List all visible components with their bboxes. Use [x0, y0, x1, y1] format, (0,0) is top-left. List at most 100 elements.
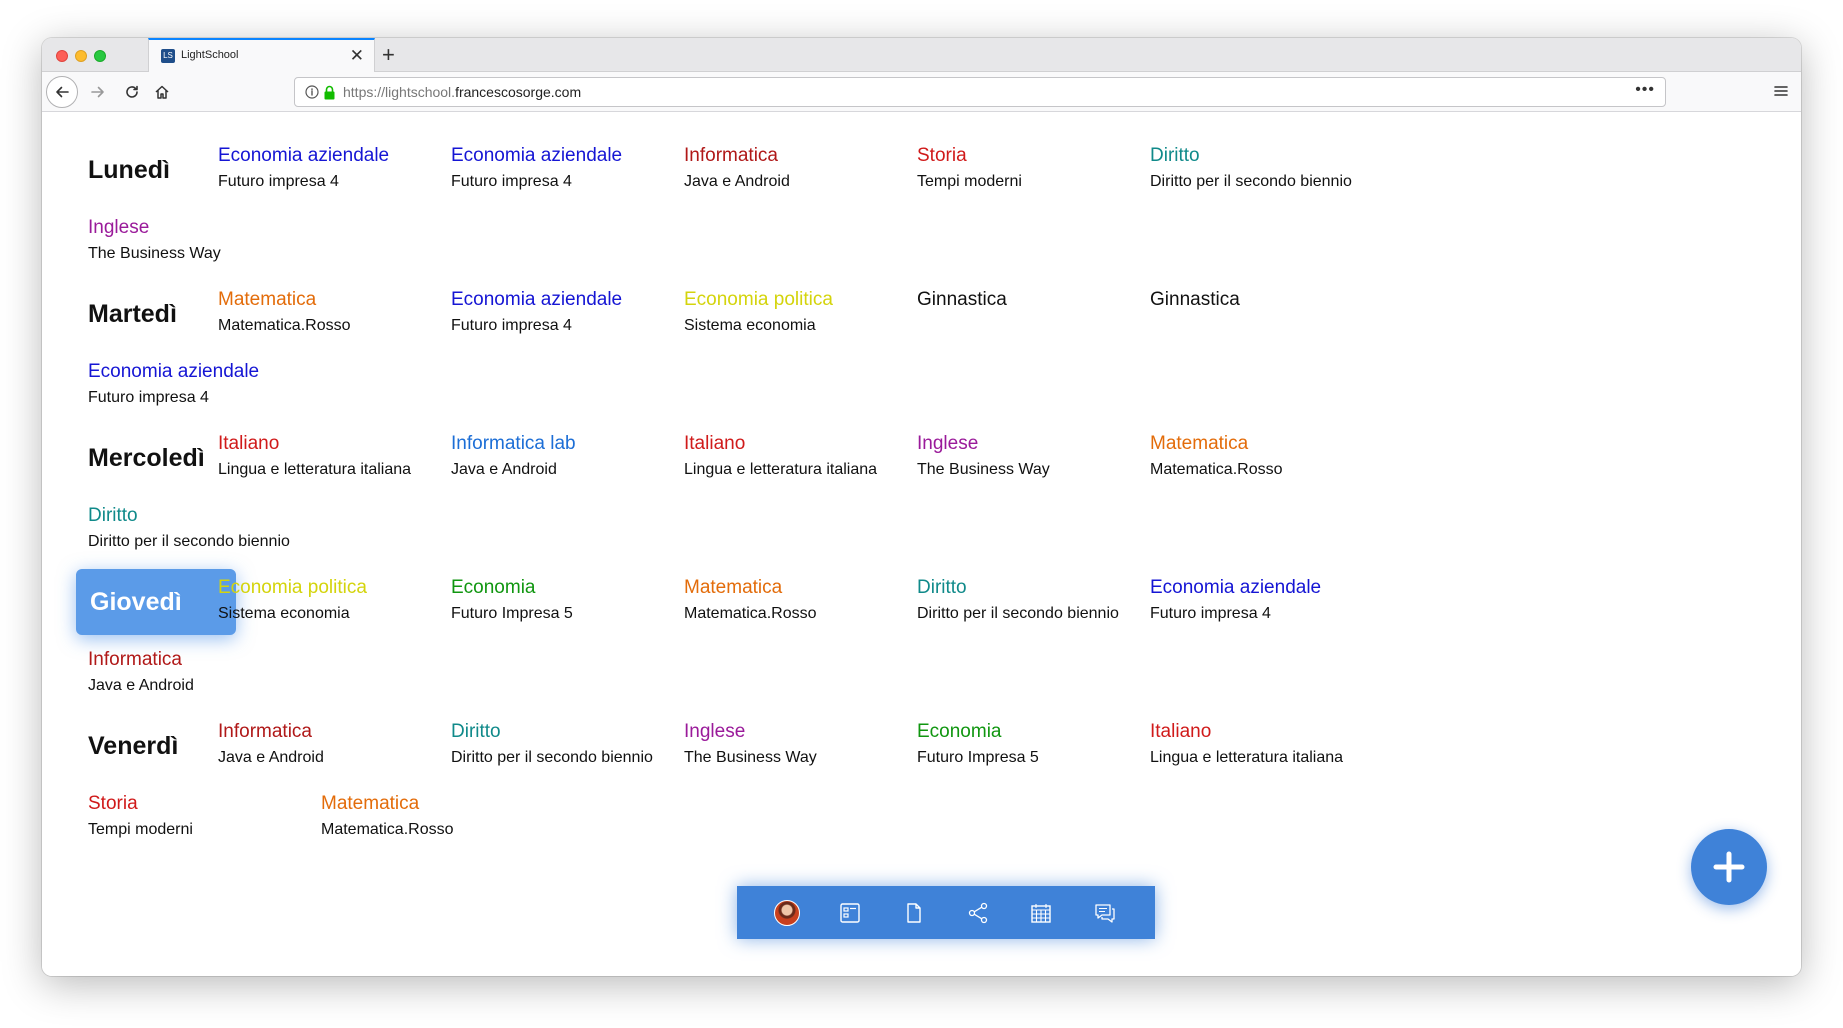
lesson-item[interactable]: Inglese The Business Way	[917, 433, 1182, 479]
day-label[interactable]: Mercoledì	[74, 425, 234, 491]
lesson-book: Futuro impresa 4	[451, 173, 572, 190]
lesson-item[interactable]: Italiano Lingua e letteratura italiana	[1150, 721, 1415, 767]
lesson-subject: Storia	[88, 793, 138, 814]
lesson-item[interactable]: Diritto Diritto per il secondo biennio	[88, 505, 353, 551]
lesson-item[interactable]: Inglese The Business Way	[88, 217, 353, 263]
lesson-book: Matematica.Rosso	[321, 821, 454, 838]
lesson-subject: Informatica	[218, 721, 312, 742]
lesson-item[interactable]: Economia politica Sistema economia	[218, 577, 483, 623]
minimize-window-button[interactable]	[75, 50, 87, 62]
day-label[interactable]: Lunedì	[74, 137, 234, 203]
page-actions-icon[interactable]: •••	[1635, 81, 1655, 99]
close-window-button[interactable]	[56, 50, 68, 62]
lesson-book: Lingua e letteratura italiana	[1150, 749, 1344, 766]
lesson-item[interactable]: Economia aziendale Futuro impresa 4	[88, 361, 353, 407]
lesson-item[interactable]: Economia politica Sistema economia	[684, 289, 949, 335]
lesson-item[interactable]: Storia Tempi moderni	[88, 793, 353, 839]
lesson-item[interactable]: Italiano Lingua e letteratura italiana	[684, 433, 949, 479]
file-icon	[907, 902, 921, 923]
reload-button[interactable]	[116, 76, 148, 108]
address-bar[interactable]: https://lightschool.francescosorge.com •…	[294, 77, 1666, 107]
lesson-item[interactable]: Informatica Java e Android	[218, 721, 483, 767]
add-button[interactable]	[1691, 829, 1767, 905]
lesson-subject: Matematica	[1150, 433, 1249, 454]
dock-files[interactable]	[899, 898, 929, 928]
chat-icon	[1095, 903, 1115, 923]
maximize-window-button[interactable]	[94, 50, 106, 62]
lesson-book: Diritto per il secondo biennio	[88, 533, 290, 550]
lesson-item[interactable]: Diritto Diritto per il secondo biennio	[451, 721, 716, 767]
lesson-book: Tempi moderni	[88, 821, 193, 838]
lesson-subject: Informatica lab	[451, 433, 576, 454]
lesson-book: Tempi moderni	[917, 173, 1022, 190]
lesson-book: Java e Android	[88, 677, 194, 694]
browser-tab[interactable]: LS LightSchool ✕	[148, 38, 375, 73]
reload-icon	[126, 85, 138, 98]
lesson-subject: Economia aziendale	[451, 145, 623, 166]
lesson-item[interactable]: Economia aziendale Futuro impresa 4	[451, 145, 716, 191]
lesson-item[interactable]: Informatica Java e Android	[88, 649, 353, 695]
lesson-item[interactable]: Storia Tempi moderni	[917, 145, 1182, 191]
arrow-right-icon	[91, 86, 104, 98]
lesson-item[interactable]: Matematica Matematica.Rosso	[321, 793, 586, 839]
lesson-subject: Informatica	[684, 145, 778, 166]
day-label[interactable]: Martedì	[74, 281, 234, 347]
lesson-item[interactable]: Economia Futuro Impresa 5	[917, 721, 1182, 767]
dock-timetable[interactable]	[1026, 898, 1056, 928]
lesson-subject: Storia	[917, 145, 967, 166]
back-button[interactable]	[46, 76, 78, 108]
lesson-item[interactable]: Economia Futuro Impresa 5	[451, 577, 716, 623]
avatar	[773, 899, 800, 926]
tab-title: LightSchool	[181, 49, 239, 61]
lesson-item[interactable]: Matematica Matematica.Rosso	[684, 577, 949, 623]
lesson-book: Matematica.Rosso	[218, 317, 351, 334]
lesson-subject: Economia politica	[218, 577, 367, 598]
dock-messages[interactable]	[1090, 898, 1120, 928]
browser-window: LS LightSchool ✕ + https://lightschool.f…	[42, 38, 1801, 976]
lesson-book: Java e Android	[684, 173, 790, 190]
lesson-subject: Diritto	[88, 505, 138, 526]
lesson-book: Matematica.Rosso	[684, 605, 817, 622]
lesson-book: Futuro impresa 4	[1150, 605, 1271, 622]
day-label[interactable]: Venerdì	[74, 713, 234, 779]
tab-close-icon[interactable]: ✕	[350, 45, 364, 67]
lesson-subject: Italiano	[218, 433, 280, 454]
lesson-subject: Ginnastica	[1150, 289, 1240, 310]
lesson-item[interactable]: Matematica Matematica.Rosso	[218, 289, 483, 335]
bottom-dock	[737, 886, 1155, 939]
lesson-item[interactable]: Economia aziendale Futuro impresa 4	[1150, 577, 1415, 623]
lesson-item[interactable]: Informatica Java e Android	[684, 145, 949, 191]
lesson-item[interactable]: Italiano Lingua e letteratura italiana	[218, 433, 483, 479]
lesson-subject: Inglese	[917, 433, 979, 454]
title-bar: LS LightSchool ✕ +	[42, 38, 1801, 73]
menu-icon[interactable]	[1771, 81, 1791, 101]
lesson-item[interactable]: Informatica lab Java e Android	[451, 433, 716, 479]
dock-profile[interactable]	[772, 898, 802, 928]
lesson-item[interactable]: Ginnastica	[1150, 289, 1415, 311]
new-tab-icon[interactable]: +	[382, 40, 395, 70]
lesson-book: Diritto per il secondo biennio	[1150, 173, 1352, 190]
forward-button[interactable]	[82, 76, 114, 108]
info-icon[interactable]	[305, 85, 319, 99]
lesson-subject: Diritto	[1150, 145, 1200, 166]
lesson-item[interactable]: Diritto Diritto per il secondo biennio	[1150, 145, 1415, 191]
dock-share[interactable]	[963, 898, 993, 928]
arrow-left-icon	[56, 86, 69, 98]
lesson-item[interactable]: Inglese The Business Way	[684, 721, 949, 767]
lesson-subject: Matematica	[218, 289, 317, 310]
lesson-subject: Matematica	[684, 577, 783, 598]
lesson-item[interactable]: Diritto Diritto per il secondo biennio	[917, 577, 1182, 623]
lesson-item[interactable]: Economia aziendale Futuro impresa 4	[451, 289, 716, 335]
lesson-subject: Italiano	[684, 433, 746, 454]
day-label[interactable]: Giovedì	[76, 569, 236, 635]
url-prefix: https://lightschool.	[343, 84, 456, 100]
home-button[interactable]	[146, 76, 178, 108]
dock-desktop[interactable]	[835, 898, 865, 928]
lesson-item[interactable]: Matematica Matematica.Rosso	[1150, 433, 1415, 479]
lesson-item[interactable]: Economia aziendale Futuro impresa 4	[218, 145, 483, 191]
favicon-icon: LS	[161, 49, 175, 63]
lesson-book: Sistema economia	[218, 605, 350, 622]
lesson-book: The Business Way	[684, 749, 817, 766]
lesson-book: Lingua e letteratura italiana	[218, 461, 412, 478]
lesson-item[interactable]: Ginnastica	[917, 289, 1182, 311]
